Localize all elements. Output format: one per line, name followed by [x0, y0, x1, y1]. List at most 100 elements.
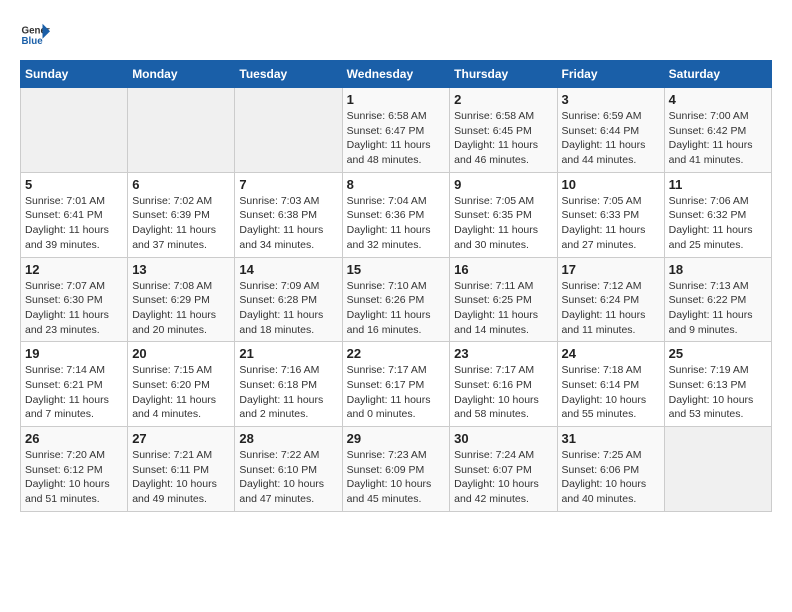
calendar-cell: 22 Sunrise: 7:17 AM Sunset: 6:17 PM Dayli…	[342, 342, 450, 427]
calendar-cell: 5 Sunrise: 7:01 AM Sunset: 6:41 PM Daylig…	[21, 172, 128, 257]
weekday-header: Monday	[128, 61, 235, 88]
calendar-cell	[21, 88, 128, 173]
calendar-week-row: 19 Sunrise: 7:14 AM Sunset: 6:21 PM Dayli…	[21, 342, 772, 427]
day-number: 12	[25, 262, 123, 277]
day-info: Sunrise: 7:09 AM Sunset: 6:28 PM Dayligh…	[239, 279, 337, 338]
calendar-cell: 29Sunrise: 7:23 AM Sunset: 6:09 PM Dayli…	[342, 427, 450, 512]
calendar-cell: 21 Sunrise: 7:16 AM Sunset: 6:18 PM Dayli…	[235, 342, 342, 427]
calendar-cell: 14 Sunrise: 7:09 AM Sunset: 6:28 PM Dayli…	[235, 257, 342, 342]
calendar-cell: 19 Sunrise: 7:14 AM Sunset: 6:21 PM Dayli…	[21, 342, 128, 427]
day-number: 1	[347, 92, 446, 107]
day-info: Sunrise: 6:59 AM Sunset: 6:44 PM Dayligh…	[562, 109, 660, 168]
day-number: 26	[25, 431, 123, 446]
day-number: 25	[669, 346, 767, 361]
day-number: 6	[132, 177, 230, 192]
day-number: 21	[239, 346, 337, 361]
day-number: 23	[454, 346, 552, 361]
calendar-cell: 24 Sunrise: 7:18 AM Sunset: 6:14 PM Dayli…	[557, 342, 664, 427]
calendar-cell: 1 Sunrise: 6:58 AM Sunset: 6:47 PM Daylig…	[342, 88, 450, 173]
weekday-header: Tuesday	[235, 61, 342, 88]
calendar-week-row: 12 Sunrise: 7:07 AM Sunset: 6:30 PM Dayli…	[21, 257, 772, 342]
calendar-cell: 25 Sunrise: 7:19 AM Sunset: 6:13 PM Dayli…	[664, 342, 771, 427]
day-number: 17	[562, 262, 660, 277]
day-number: 8	[347, 177, 446, 192]
day-info: Sunrise: 7:23 AM Sunset: 6:09 PM Dayligh…	[347, 448, 446, 507]
day-number: 18	[669, 262, 767, 277]
day-number: 11	[669, 177, 767, 192]
calendar-cell: 3Sunrise: 6:59 AM Sunset: 6:44 PM Daylig…	[557, 88, 664, 173]
logo-icon: General Blue	[20, 20, 50, 50]
calendar-cell: 6 Sunrise: 7:02 AM Sunset: 6:39 PM Daylig…	[128, 172, 235, 257]
day-info: Sunrise: 7:24 AM Sunset: 6:07 PM Dayligh…	[454, 448, 552, 507]
day-info: Sunrise: 7:03 AM Sunset: 6:38 PM Dayligh…	[239, 194, 337, 253]
day-number: 16	[454, 262, 552, 277]
day-number: 10	[562, 177, 660, 192]
calendar-table: SundayMondayTuesdayWednesdayThursdayFrid…	[20, 60, 772, 512]
day-info: Sunrise: 7:05 AM Sunset: 6:35 PM Dayligh…	[454, 194, 552, 253]
day-info: Sunrise: 7:19 AM Sunset: 6:13 PM Dayligh…	[669, 363, 767, 422]
day-info: Sunrise: 7:20 AM Sunset: 6:12 PM Dayligh…	[25, 448, 123, 507]
calendar-cell: 16Sunrise: 7:11 AM Sunset: 6:25 PM Dayli…	[450, 257, 557, 342]
calendar-cell: 7Sunrise: 7:03 AM Sunset: 6:38 PM Daylig…	[235, 172, 342, 257]
weekday-header-row: SundayMondayTuesdayWednesdayThursdayFrid…	[21, 61, 772, 88]
calendar-cell: 30 Sunrise: 7:24 AM Sunset: 6:07 PM Dayli…	[450, 427, 557, 512]
day-number: 19	[25, 346, 123, 361]
calendar-cell: 23 Sunrise: 7:17 AM Sunset: 6:16 PM Dayli…	[450, 342, 557, 427]
day-number: 27	[132, 431, 230, 446]
day-number: 28	[239, 431, 337, 446]
day-number: 4	[669, 92, 767, 107]
day-number: 30	[454, 431, 552, 446]
day-info: Sunrise: 7:16 AM Sunset: 6:18 PM Dayligh…	[239, 363, 337, 422]
day-info: Sunrise: 7:17 AM Sunset: 6:17 PM Dayligh…	[347, 363, 446, 422]
calendar-cell	[128, 88, 235, 173]
day-info: Sunrise: 7:14 AM Sunset: 6:21 PM Dayligh…	[25, 363, 123, 422]
calendar-cell: 10Sunrise: 7:05 AM Sunset: 6:33 PM Dayli…	[557, 172, 664, 257]
weekday-header: Friday	[557, 61, 664, 88]
logo: General Blue	[20, 20, 50, 50]
calendar-cell: 20 Sunrise: 7:15 AM Sunset: 6:20 PM Dayli…	[128, 342, 235, 427]
day-info: Sunrise: 7:04 AM Sunset: 6:36 PM Dayligh…	[347, 194, 446, 253]
day-number: 24	[562, 346, 660, 361]
calendar-week-row: 1 Sunrise: 6:58 AM Sunset: 6:47 PM Daylig…	[21, 88, 772, 173]
svg-text:Blue: Blue	[22, 36, 44, 47]
day-number: 5	[25, 177, 123, 192]
day-info: Sunrise: 7:02 AM Sunset: 6:39 PM Dayligh…	[132, 194, 230, 253]
day-info: Sunrise: 7:01 AM Sunset: 6:41 PM Dayligh…	[25, 194, 123, 253]
day-info: Sunrise: 7:25 AM Sunset: 6:06 PM Dayligh…	[562, 448, 660, 507]
calendar-cell: 2Sunrise: 6:58 AM Sunset: 6:45 PM Daylig…	[450, 88, 557, 173]
calendar-cell	[235, 88, 342, 173]
weekday-header: Saturday	[664, 61, 771, 88]
calendar-cell: 12 Sunrise: 7:07 AM Sunset: 6:30 PM Dayli…	[21, 257, 128, 342]
day-number: 20	[132, 346, 230, 361]
day-info: Sunrise: 7:15 AM Sunset: 6:20 PM Dayligh…	[132, 363, 230, 422]
calendar-cell: 9 Sunrise: 7:05 AM Sunset: 6:35 PM Daylig…	[450, 172, 557, 257]
day-info: Sunrise: 7:18 AM Sunset: 6:14 PM Dayligh…	[562, 363, 660, 422]
calendar-cell: 11 Sunrise: 7:06 AM Sunset: 6:32 PM Dayli…	[664, 172, 771, 257]
day-info: Sunrise: 6:58 AM Sunset: 6:47 PM Dayligh…	[347, 109, 446, 168]
calendar-cell: 26 Sunrise: 7:20 AM Sunset: 6:12 PM Dayli…	[21, 427, 128, 512]
calendar-cell	[664, 427, 771, 512]
day-info: Sunrise: 7:22 AM Sunset: 6:10 PM Dayligh…	[239, 448, 337, 507]
day-number: 9	[454, 177, 552, 192]
calendar-cell: 13 Sunrise: 7:08 AM Sunset: 6:29 PM Dayli…	[128, 257, 235, 342]
calendar-cell: 4 Sunrise: 7:00 AM Sunset: 6:42 PM Daylig…	[664, 88, 771, 173]
calendar-cell: 28 Sunrise: 7:22 AM Sunset: 6:10 PM Dayli…	[235, 427, 342, 512]
calendar-cell: 17 Sunrise: 7:12 AM Sunset: 6:24 PM Dayli…	[557, 257, 664, 342]
calendar-cell: 8 Sunrise: 7:04 AM Sunset: 6:36 PM Daylig…	[342, 172, 450, 257]
calendar-cell: 18 Sunrise: 7:13 AM Sunset: 6:22 PM Dayli…	[664, 257, 771, 342]
calendar-week-row: 26 Sunrise: 7:20 AM Sunset: 6:12 PM Dayli…	[21, 427, 772, 512]
calendar-cell: 31 Sunrise: 7:25 AM Sunset: 6:06 PM Dayli…	[557, 427, 664, 512]
day-number: 14	[239, 262, 337, 277]
day-info: Sunrise: 7:08 AM Sunset: 6:29 PM Dayligh…	[132, 279, 230, 338]
calendar-week-row: 5 Sunrise: 7:01 AM Sunset: 6:41 PM Daylig…	[21, 172, 772, 257]
day-number: 31	[562, 431, 660, 446]
day-number: 13	[132, 262, 230, 277]
day-info: Sunrise: 7:21 AM Sunset: 6:11 PM Dayligh…	[132, 448, 230, 507]
day-info: Sunrise: 7:12 AM Sunset: 6:24 PM Dayligh…	[562, 279, 660, 338]
day-info: Sunrise: 7:07 AM Sunset: 6:30 PM Dayligh…	[25, 279, 123, 338]
day-info: Sunrise: 7:17 AM Sunset: 6:16 PM Dayligh…	[454, 363, 552, 422]
day-number: 22	[347, 346, 446, 361]
day-info: Sunrise: 7:00 AM Sunset: 6:42 PM Dayligh…	[669, 109, 767, 168]
day-info: Sunrise: 7:06 AM Sunset: 6:32 PM Dayligh…	[669, 194, 767, 253]
day-info: Sunrise: 7:13 AM Sunset: 6:22 PM Dayligh…	[669, 279, 767, 338]
